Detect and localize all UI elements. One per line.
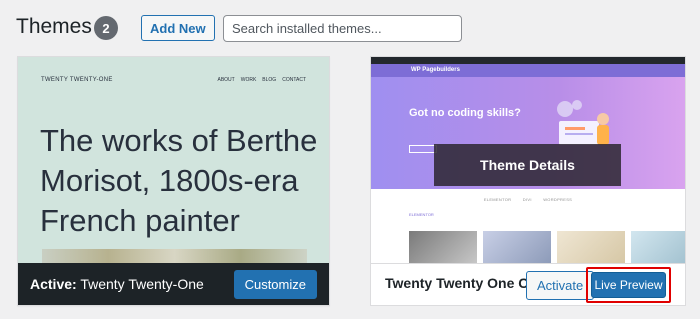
preview-thumbnail [631,231,685,265]
preview-hero-button [409,145,437,153]
preview-tab: WORDPRESS [543,197,573,202]
page-title: Themes [16,15,92,38]
activate-button[interactable]: Activate [526,271,595,300]
preview-hero-title: Got no coding skills? [409,107,521,119]
preview-thumbnail [483,231,551,265]
preview-thumbnails [409,231,685,265]
preview-admin-bar [371,57,685,64]
preview-tab: DIVI [522,197,532,202]
preview-menu-item: WORK [240,77,257,83]
active-theme-name: Active: Twenty Twenty-One [30,276,204,292]
theme-details-overlay[interactable]: Theme Details [434,144,621,186]
theme-screenshot[interactable]: WP Pagebuilders Got no coding skills? Th… [371,57,685,265]
theme-card-child[interactable]: WP Pagebuilders Got no coding skills? Th… [370,56,686,306]
search-themes-input[interactable] [223,15,462,42]
theme-name: Twenty Twenty One Child [385,275,535,291]
live-preview-button[interactable]: Live Preview [591,272,666,298]
active-theme-title: Twenty Twenty-One [80,276,204,292]
active-prefix: Active: [30,276,77,292]
preview-thumbnail [409,231,477,265]
preview-menu: ABOUT WORK BLOG CONTACT [218,77,307,83]
preview-thumbnail [557,231,625,265]
preview-site-title: TWENTY TWENTY-ONE [41,77,113,83]
theme-count-badge: 2 [94,16,118,40]
theme-card-footer: Twenty Twenty One Child Activate Live Pr… [371,263,685,305]
preview-menu-item: ABOUT [217,77,235,83]
preview-tabs: ELEMENTOR DIVI WORDPRESS [371,197,685,202]
live-preview-highlight: Live Preview [586,267,671,303]
preview-menu-item: BLOG [262,77,277,83]
theme-screenshot[interactable]: TWENTY TWENTY-ONE ABOUT WORK BLOG CONTAC… [18,57,329,267]
active-theme-bar: Active: Twenty Twenty-One Customize [18,263,329,305]
add-new-button[interactable]: Add New [141,15,215,41]
preview-logo: WP Pagebuilders [411,67,460,73]
preview-tab: ELEMENTOR [483,197,512,202]
preview-section-label: ELEMENTOR [409,212,434,217]
theme-card-active[interactable]: TWENTY TWENTY-ONE ABOUT WORK BLOG CONTAC… [17,56,330,306]
preview-nav: WP Pagebuilders [371,64,685,77]
customize-button[interactable]: Customize [233,269,317,299]
preview-headline: The works of Berthe Morisot, 1800s-era F… [40,123,318,238]
preview-menu-item: CONTACT [282,77,306,83]
